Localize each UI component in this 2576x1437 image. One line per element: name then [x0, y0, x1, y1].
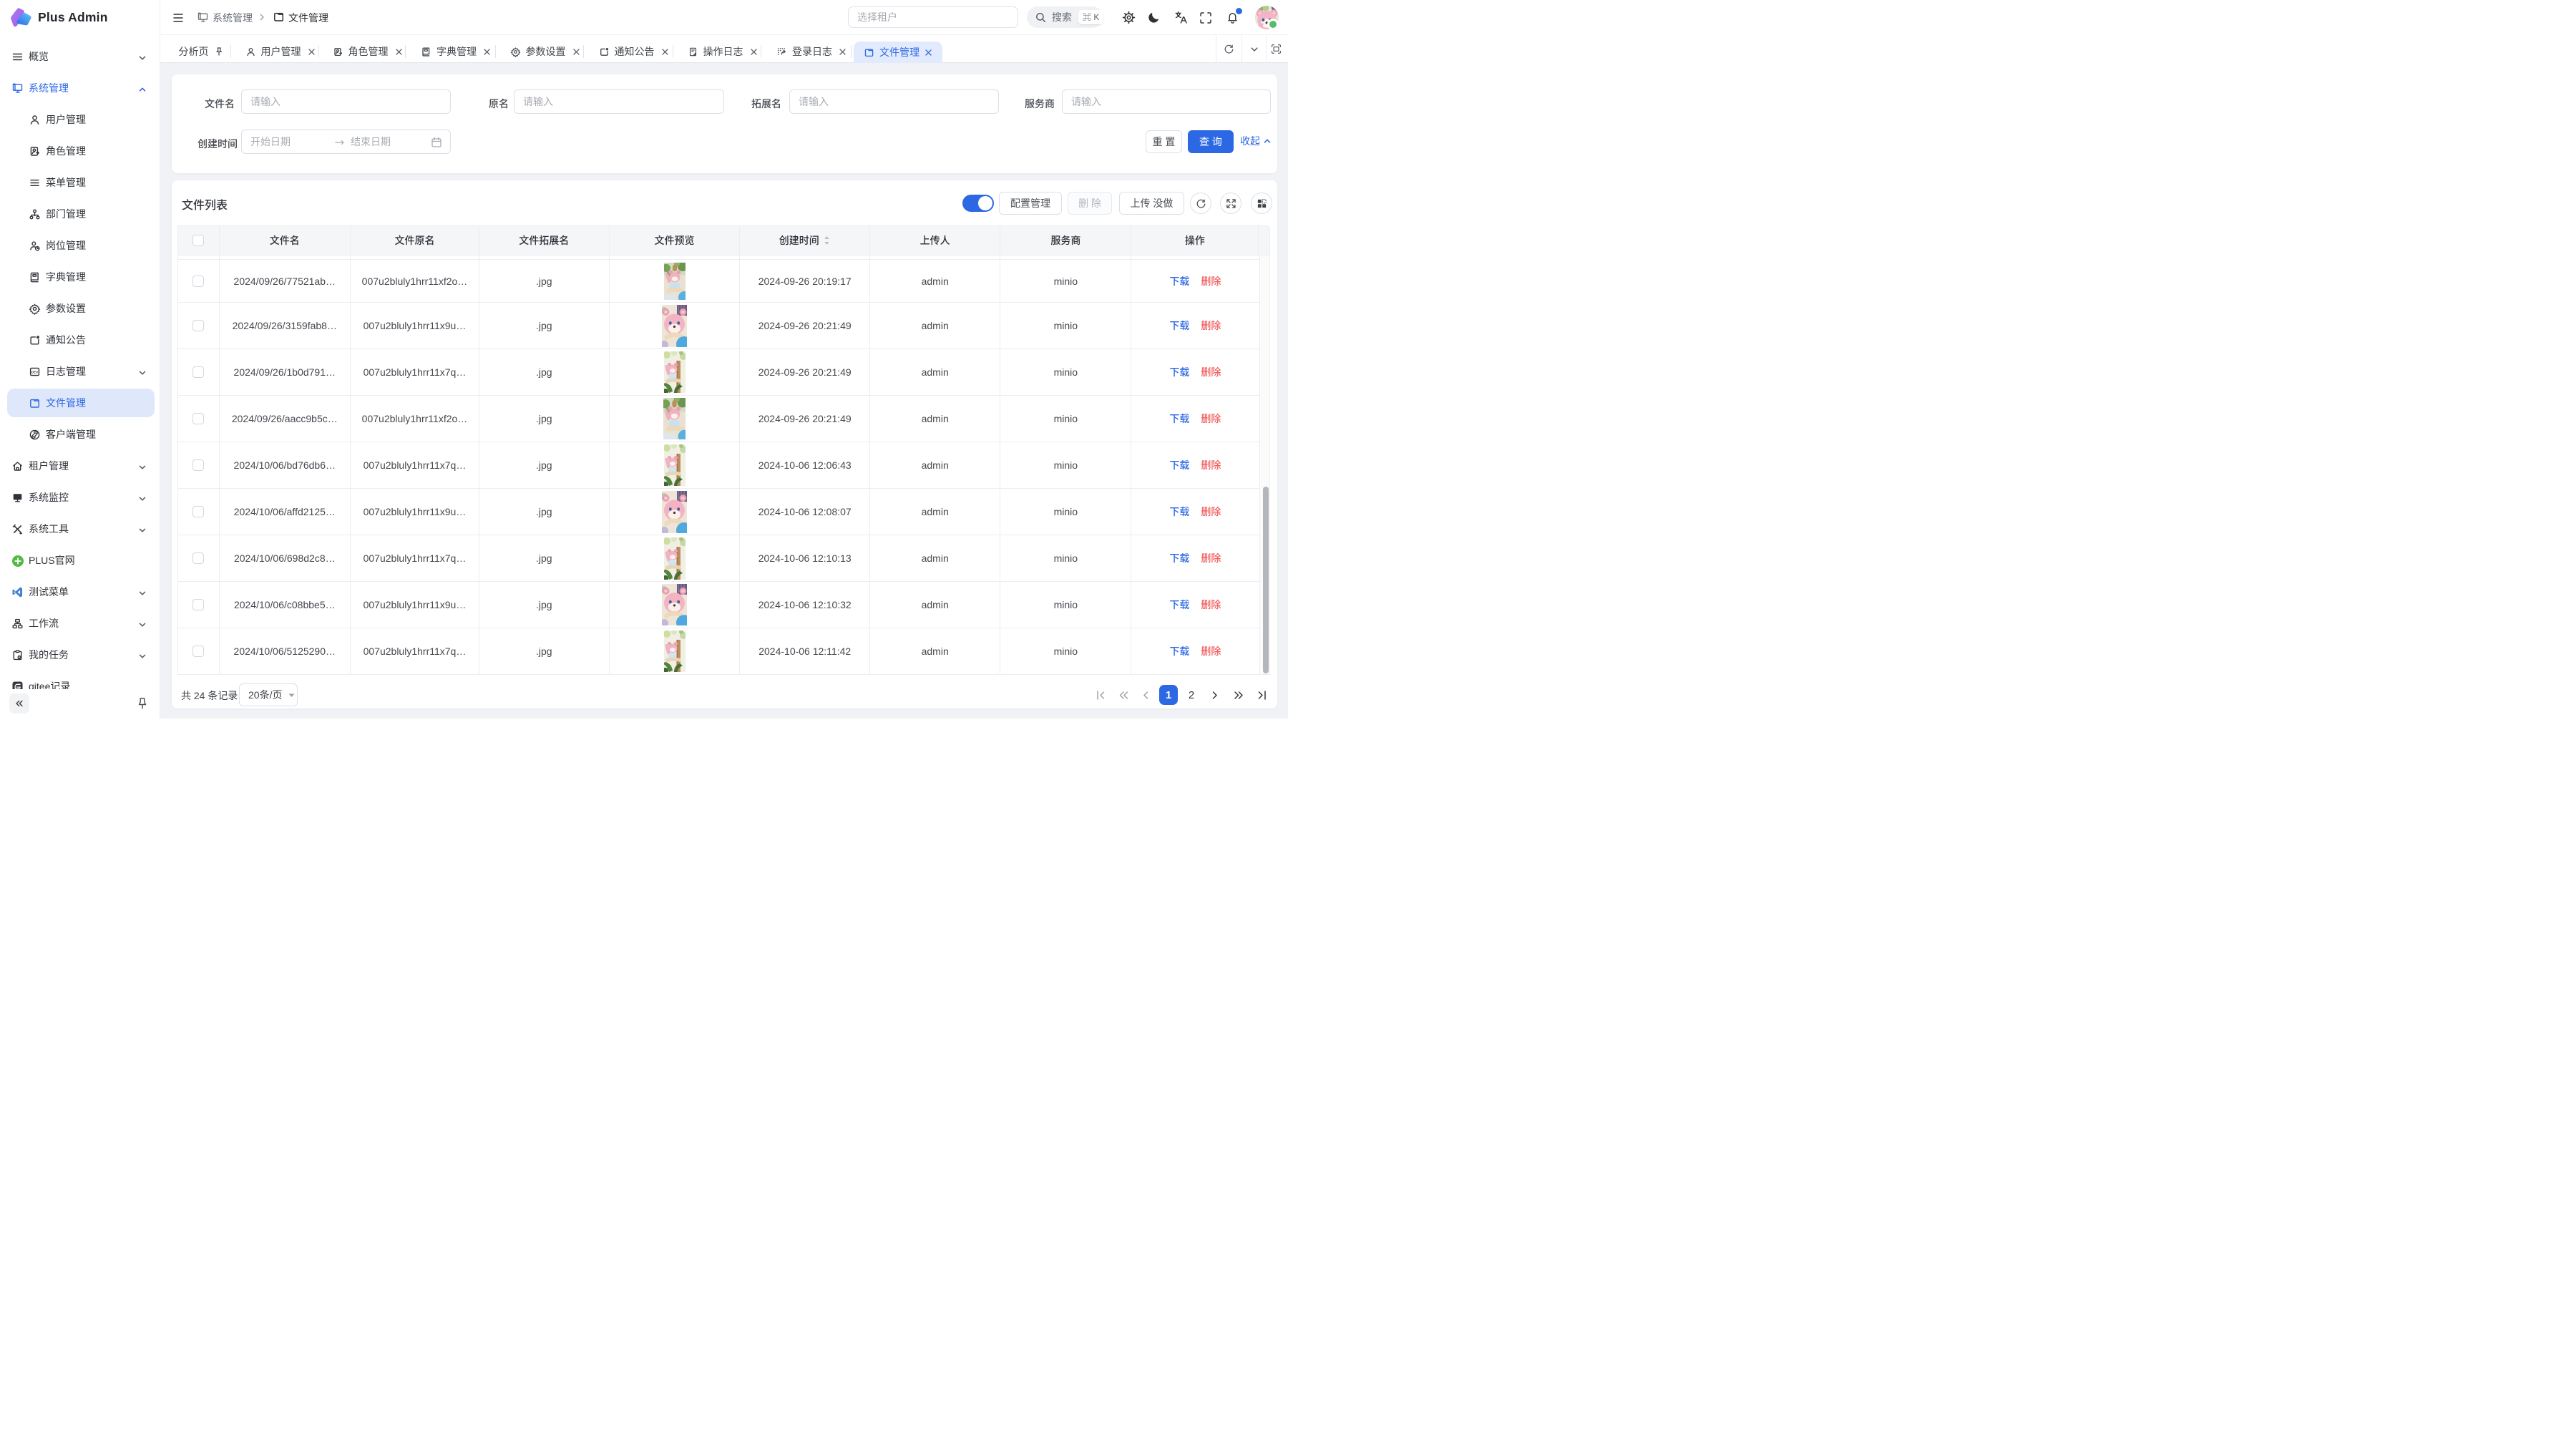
- svg-text:DEV: DEV: [31, 371, 39, 374]
